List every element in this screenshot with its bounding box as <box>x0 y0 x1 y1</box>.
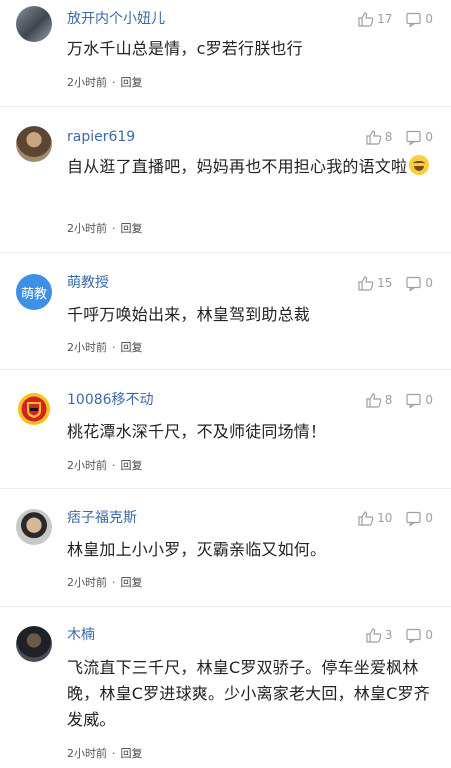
comment-actions: 15 0 <box>358 274 433 292</box>
dislike-button[interactable]: 0 <box>406 628 433 643</box>
separator-dot: · <box>112 459 116 472</box>
dislike-button[interactable]: 0 <box>406 276 433 291</box>
divider <box>0 369 451 370</box>
dislike-count: 0 <box>425 276 433 290</box>
divider <box>0 106 451 107</box>
avatar[interactable] <box>16 509 52 545</box>
avatar[interactable] <box>16 6 52 42</box>
divider <box>0 252 451 253</box>
thumbs-down-icon <box>406 628 421 643</box>
like-count: 8 <box>384 130 393 144</box>
dislike-count: 0 <box>425 628 433 642</box>
comment-actions: 17 0 <box>358 10 433 28</box>
comment-meta: 2小时前 · 回复 <box>67 747 143 761</box>
thumbs-down-icon <box>406 511 421 526</box>
comment-meta: 2小时前 · 回复 <box>67 459 143 473</box>
timestamp: 2小时前 <box>67 222 107 235</box>
reply-button[interactable]: 回复 <box>121 747 143 760</box>
dislike-button[interactable]: 0 <box>406 393 433 408</box>
dislike-count: 0 <box>425 12 433 26</box>
thumbs-up-icon <box>366 627 382 643</box>
thumbs-up-icon <box>358 510 374 526</box>
comment-actions: 3 0 <box>366 626 433 644</box>
comment-text: 桃花潭水深千尺，不及师徒同场情！ <box>67 422 327 441</box>
dislike-button[interactable]: 0 <box>406 130 433 145</box>
thumbs-up-icon <box>366 392 382 408</box>
dislike-button[interactable]: 0 <box>406 12 433 27</box>
username[interactable]: 萌教授 <box>67 274 109 292</box>
comment-meta: 2小时前 · 回复 <box>67 76 143 90</box>
username[interactable]: 放开内个小妞儿 <box>67 10 165 28</box>
dislike-button[interactable]: 0 <box>406 511 433 526</box>
reply-button[interactable]: 回复 <box>121 576 143 589</box>
manchester-united-crest-icon <box>18 393 50 425</box>
thumbs-up-icon <box>366 129 382 145</box>
separator-dot: · <box>112 576 116 589</box>
comment-actions: 8 0 <box>366 128 433 146</box>
reply-button[interactable]: 回复 <box>121 459 143 472</box>
like-button[interactable]: 17 <box>358 11 393 27</box>
dislike-count: 0 <box>425 511 433 525</box>
like-count: 17 <box>377 12 393 26</box>
divider <box>0 488 451 489</box>
like-button[interactable]: 15 <box>358 275 393 291</box>
timestamp: 2小时前 <box>67 576 107 589</box>
avatar[interactable] <box>16 391 52 427</box>
thumbs-up-icon <box>358 275 374 291</box>
like-button[interactable]: 10 <box>358 510 393 526</box>
avatar[interactable] <box>16 126 52 162</box>
comment-text: 万水千山总是情，c罗若行朕也行 <box>67 39 303 58</box>
thumbs-down-icon <box>406 276 421 291</box>
comment-text-body: 自从逛了直播吧，妈妈再也不用担心我的语文啦 <box>67 157 408 176</box>
reply-button[interactable]: 回复 <box>121 222 143 235</box>
like-button[interactable]: 8 <box>366 129 393 145</box>
like-count: 8 <box>384 393 393 407</box>
comment-text: 自从逛了直播吧，妈妈再也不用担心我的语文啦 <box>67 154 433 180</box>
comment-actions: 10 0 <box>358 509 433 527</box>
username[interactable]: 10086移不动 <box>67 391 154 409</box>
thumbs-down-icon <box>406 393 421 408</box>
reply-button[interactable]: 回复 <box>121 341 143 354</box>
comment-text: 林皇加上小小罗，灭霸亲临又如何。 <box>67 540 327 559</box>
dislike-count: 0 <box>425 130 433 144</box>
username[interactable]: rapier619 <box>67 128 135 146</box>
username[interactable]: 痞子福克斯 <box>67 509 137 527</box>
laughing-emoji-icon <box>409 155 430 175</box>
timestamp: 2小时前 <box>67 76 107 89</box>
separator-dot: · <box>112 747 116 760</box>
timestamp: 2小时前 <box>67 747 107 760</box>
separator-dot: · <box>112 341 116 354</box>
comment-actions: 8 0 <box>366 391 433 409</box>
like-button[interactable]: 8 <box>366 392 393 408</box>
avatar[interactable]: 萌教 <box>16 274 52 310</box>
like-count: 10 <box>377 511 393 525</box>
separator-dot: · <box>112 76 116 89</box>
thumbs-down-icon <box>406 130 421 145</box>
reply-button[interactable]: 回复 <box>121 76 143 89</box>
thumbs-up-icon <box>358 11 374 27</box>
username[interactable]: 木楠 <box>67 626 95 644</box>
avatar[interactable] <box>16 626 52 662</box>
comment-text: 飞流直下三千尺，林皇C罗双骄子。停车坐爱枫林晚，林皇C罗进球爽。少小离家老大回，… <box>67 658 430 729</box>
comment-meta: 2小时前 · 回复 <box>67 222 143 236</box>
thumbs-down-icon <box>406 12 421 27</box>
comment-meta: 2小时前 · 回复 <box>67 576 143 590</box>
dislike-count: 0 <box>425 393 433 407</box>
divider <box>0 606 451 607</box>
avatar-text: 萌教 <box>20 286 47 302</box>
separator-dot: · <box>112 222 116 235</box>
like-count: 15 <box>377 276 393 290</box>
timestamp: 2小时前 <box>67 341 107 354</box>
comment-meta: 2小时前 · 回复 <box>67 341 143 355</box>
like-button[interactable]: 3 <box>366 627 393 643</box>
comment-text: 千呼万唤始出来，林皇驾到助总裁 <box>67 305 311 324</box>
like-count: 3 <box>384 628 393 642</box>
timestamp: 2小时前 <box>67 459 107 472</box>
